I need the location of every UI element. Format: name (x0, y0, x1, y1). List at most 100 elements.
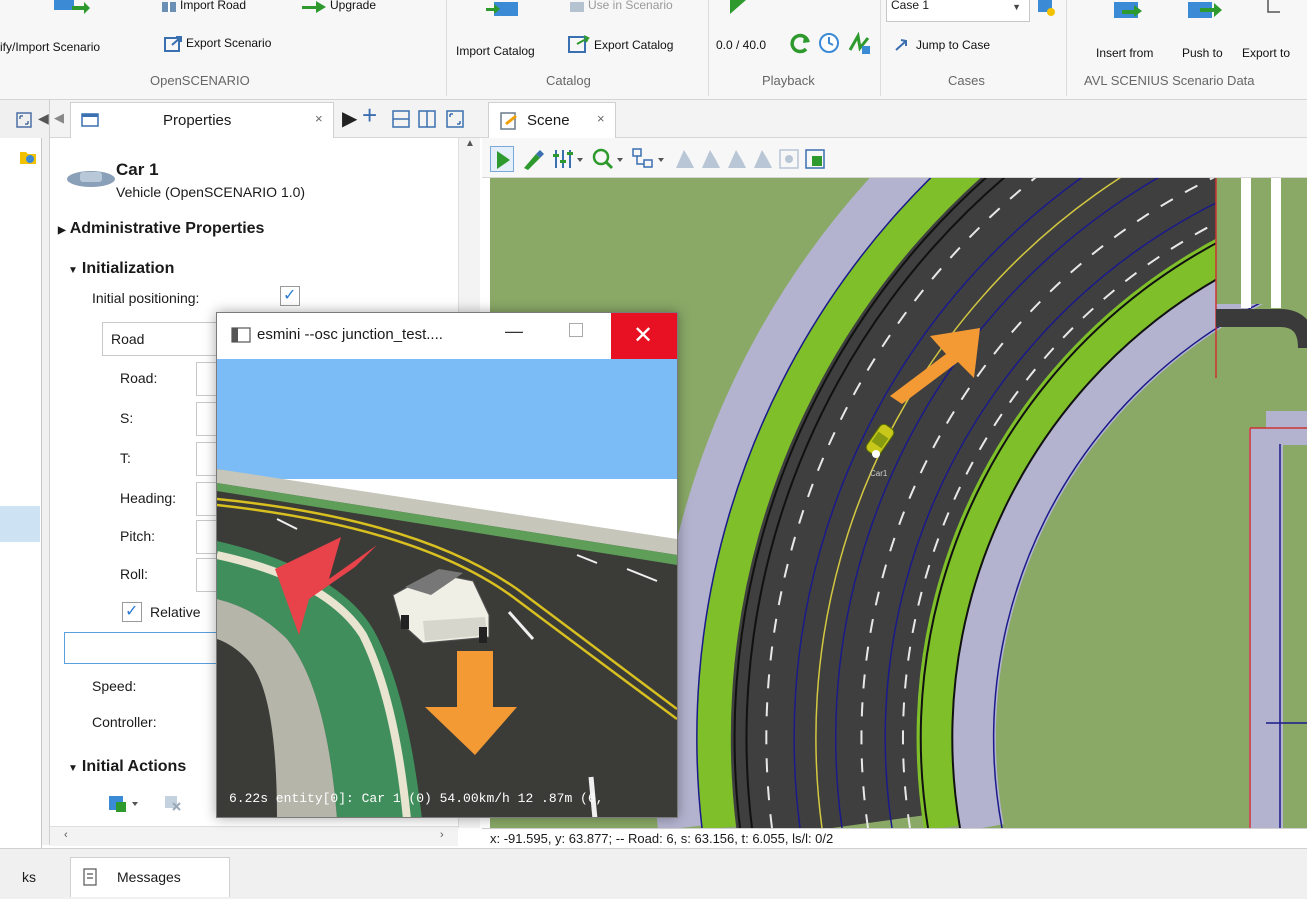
chevron-down-icon: ▼ (1012, 2, 1021, 12)
push-to-icon[interactable] (1186, 0, 1224, 22)
case-select[interactable]: Case 1 ▼ (886, 0, 1030, 22)
split-horizontal-icon[interactable] (392, 110, 410, 128)
upgrade-button[interactable]: Upgrade (330, 0, 376, 12)
edit-road-icon[interactable] (522, 148, 544, 170)
tab-scene[interactable]: Scene × (488, 102, 616, 138)
field-label-road: Road: (120, 370, 158, 386)
scroll-up-icon[interactable]: ▲ (465, 138, 475, 149)
zoom-icon[interactable] (592, 148, 626, 170)
tree-panel (0, 138, 42, 848)
close-button[interactable]: ✕ (611, 313, 677, 359)
export-scenario-icon[interactable] (164, 35, 184, 53)
insert-from-button[interactable]: Insert from (1096, 46, 1153, 60)
scroll-left-icon[interactable]: ‹ (64, 829, 68, 841)
position-type-value: Road (111, 331, 145, 347)
admin-section-header[interactable]: ▶ Administrative Properties (58, 220, 264, 238)
reset-icon[interactable] (788, 32, 812, 56)
modify-import-scenario-button[interactable]: ify/Import Scenario (0, 40, 100, 54)
clock-icon[interactable] (818, 32, 842, 56)
horizontal-scrollbar[interactable]: ‹ › (50, 826, 458, 846)
import-scenario-icon[interactable] (50, 0, 90, 16)
initial-actions-header[interactable]: ▼ Initial Actions (68, 758, 186, 776)
maximize-icon[interactable] (569, 323, 583, 337)
field-label-heading: Heading: (120, 490, 177, 506)
case-options-icon[interactable] (1036, 0, 1056, 18)
initial-positioning-checkbox[interactable]: ✓ (280, 286, 300, 306)
scroll-left-icon[interactable]: ◀ (54, 110, 64, 126)
esmini-titlebar[interactable]: esmini --osc junction_test.... — ✕ (217, 313, 677, 359)
tab-messages-label: Messages (117, 869, 181, 885)
car-icon (67, 171, 115, 187)
split-vertical-icon[interactable] (418, 110, 436, 128)
use-in-scenario-icon[interactable] (568, 0, 586, 14)
play-icon (497, 151, 510, 169)
step-icon[interactable] (848, 32, 872, 56)
car-label: Car1 (870, 469, 888, 478)
jump-to-case-button[interactable]: Jump to Case (916, 38, 990, 52)
export-catalog-icon[interactable] (568, 34, 590, 54)
esmini-hud-text: 6.22s entity[0]: Car 1 (0) 54.00km/h 12 … (229, 791, 604, 806)
road-tool-icon[interactable] (726, 148, 748, 170)
arrow-right-icon[interactable]: ▶ (342, 106, 357, 131)
export-scenario-button[interactable]: Export Scenario (186, 36, 271, 50)
play-scene-button[interactable] (490, 146, 514, 172)
left-dock-strip: ◀ (0, 100, 50, 848)
properties-icon (81, 113, 99, 127)
add-entity-icon[interactable] (804, 148, 826, 170)
import-catalog-button[interactable]: Import Catalog (456, 44, 535, 58)
playback-time: 0.0 / 40.0 (716, 38, 767, 52)
road-tool-icon[interactable] (674, 148, 696, 170)
add-action-icon[interactable] (108, 794, 142, 814)
export-to-button[interactable]: Export to (1242, 46, 1290, 60)
add-icon[interactable]: + (362, 100, 377, 131)
scene-toolbar (482, 138, 1307, 178)
ribbon-separator (446, 0, 447, 96)
scroll-right-icon[interactable]: › (440, 829, 444, 841)
play-icon[interactable] (728, 0, 748, 16)
road-tool-icon[interactable] (752, 148, 774, 170)
push-to-button[interactable]: Push to (1182, 46, 1223, 60)
road-tool-icon[interactable] (700, 148, 722, 170)
speed-label: Speed: (92, 678, 137, 694)
folder-icon (20, 152, 36, 164)
maximize-icon[interactable] (446, 110, 464, 128)
tab-close-icon[interactable]: × (315, 111, 323, 126)
app-icon (231, 327, 251, 343)
tab-partial-label[interactable]: ks (22, 869, 36, 885)
tab-properties[interactable]: Properties × (70, 102, 334, 138)
upgrade-icon[interactable] (300, 0, 328, 14)
jump-arrow-icon (895, 39, 907, 51)
collapse-left-icon[interactable]: ◀ (38, 110, 49, 127)
relative-checkbox[interactable]: ✓ (122, 602, 142, 622)
init-section-header[interactable]: ▼ Initialization (68, 260, 174, 278)
import-catalog-icon[interactable] (486, 0, 522, 18)
use-in-scenario-button[interactable]: Use in Scenario (588, 0, 673, 12)
tree-selection[interactable] (0, 506, 40, 542)
avl-group-label: AVL SCENIUS Scenario Data (1084, 73, 1255, 88)
opensc-group-label: OpenSCENARIO (150, 73, 250, 88)
cases-group-label: Cases (948, 73, 985, 88)
equalizer-icon[interactable] (552, 148, 586, 170)
export-to-icon[interactable] (1266, 0, 1286, 16)
tab-close-icon[interactable]: × (597, 111, 605, 126)
ribbon-separator (880, 0, 881, 96)
close-icon: ✕ (633, 322, 654, 349)
position-type-select[interactable]: Road (102, 322, 232, 356)
minimize-icon[interactable]: — (505, 321, 523, 342)
import-road-icon[interactable] (160, 0, 178, 14)
snap-icon[interactable] (778, 148, 800, 170)
maximize-icon[interactable] (16, 112, 32, 128)
properties-tabbar: ◀ Properties × ▶ + (50, 100, 482, 138)
import-road-button[interactable]: Import Road (180, 0, 246, 12)
caret-down-icon: ▼ (68, 265, 78, 276)
insert-from-icon[interactable] (1112, 0, 1148, 22)
init-section-label: Initialization (81, 260, 175, 277)
esmini-window[interactable]: esmini --osc junction_test.... — ✕ 6.22s… (216, 312, 678, 818)
remove-action-icon[interactable] (164, 794, 182, 812)
ribbon-separator (708, 0, 709, 96)
entity-name: Car 1 (116, 160, 159, 179)
export-catalog-button[interactable]: Export Catalog (594, 38, 673, 52)
playback-group-label: Playback (762, 73, 815, 88)
tab-messages[interactable]: Messages (70, 857, 230, 897)
layout-icon[interactable] (632, 148, 668, 170)
